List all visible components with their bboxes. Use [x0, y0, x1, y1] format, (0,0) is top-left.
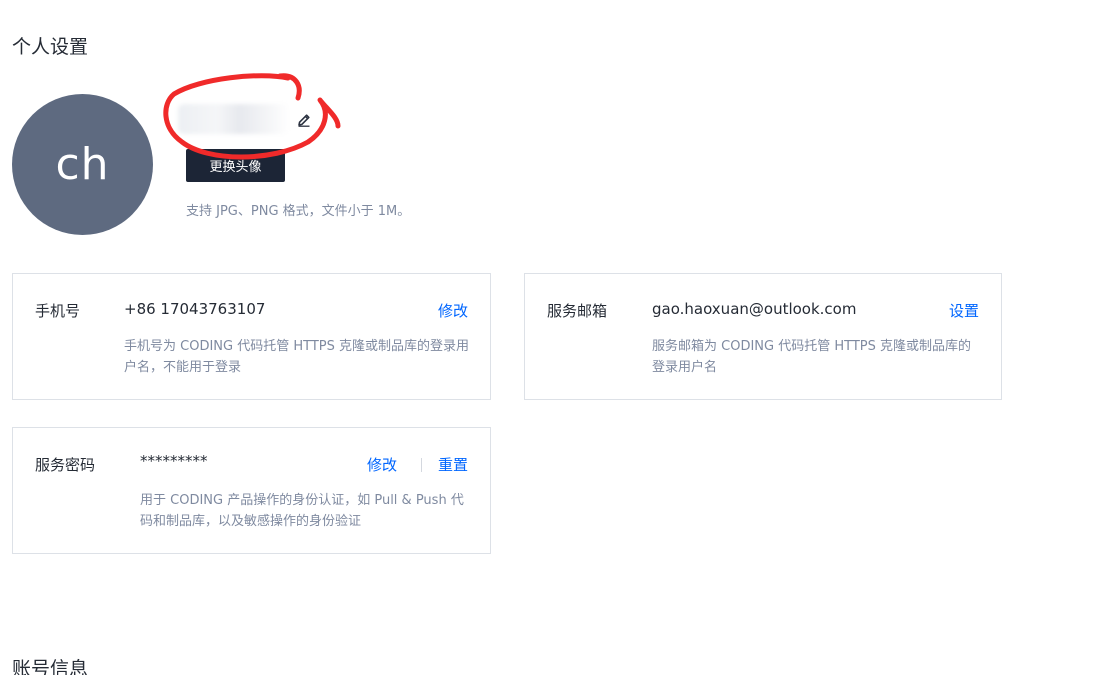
avatar-initials: ch: [55, 139, 110, 190]
password-label: 服务密码: [35, 456, 96, 474]
account-info-section-title: 账号信息: [12, 658, 89, 675]
password-description: 用于 CODING 产品操作的身份认证，如 Pull & Push 代码和制品库…: [140, 493, 464, 529]
phone-value: +86 17043763107: [124, 300, 266, 318]
avatar-hint: 支持 JPG、PNG 格式，文件小于 1M。: [186, 204, 411, 219]
phone-label: 手机号: [35, 302, 81, 320]
phone-card: 手机号 +86 17043763107 修改 手机号为 CODING 代码托管 …: [12, 273, 491, 400]
change-avatar-button[interactable]: 更换头像: [186, 149, 285, 182]
page-title: 个人设置: [12, 36, 89, 58]
password-reset-link[interactable]: 重置: [438, 454, 468, 475]
phone-description: 手机号为 CODING 代码托管 HTTPS 克隆或制品库的登录用户名，不能用于…: [124, 339, 470, 375]
password-modify-link[interactable]: 修改: [367, 454, 397, 475]
user-name-blurred: [178, 104, 290, 134]
password-card: 服务密码 ********* 修改 重置 用于 CODING 产品操作的身份认证…: [12, 427, 491, 554]
email-description: 服务邮箱为 CODING 代码托管 HTTPS 克隆或制品库的登录用户名: [652, 339, 972, 375]
email-card: 服务邮箱 gao.haoxuan@outlook.com 设置 服务邮箱为 CO…: [524, 273, 1002, 400]
personal-settings-page: 个人设置 ch 更换头像 支持 JPG、PNG 格式，文件小于 1M。 手机号 …: [0, 0, 1116, 675]
email-label: 服务邮箱: [547, 302, 608, 320]
email-value: gao.haoxuan@outlook.com: [652, 300, 857, 318]
phone-modify-link[interactable]: 修改: [438, 300, 468, 321]
avatar: ch: [12, 94, 153, 235]
action-divider: [421, 458, 422, 472]
pencil-icon[interactable]: [296, 112, 312, 128]
email-set-link[interactable]: 设置: [949, 300, 979, 321]
password-value: *********: [140, 452, 208, 470]
user-name-row: [178, 104, 318, 138]
